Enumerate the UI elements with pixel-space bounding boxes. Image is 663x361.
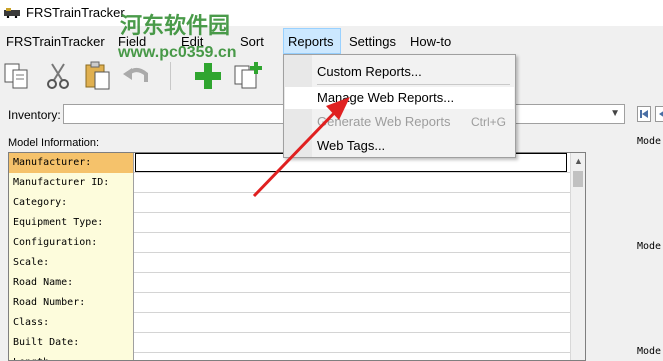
vertical-scrollbar[interactable]: ▲ [570, 153, 585, 360]
menu-frstraintracker[interactable]: FRSTrainTracker [2, 34, 109, 49]
toolbar-separator [170, 62, 171, 90]
right-model-label: Mode [637, 346, 662, 357]
previous-record-icon [659, 111, 663, 117]
field-value[interactable] [135, 253, 567, 272]
menu-bar: FRSTrainTracker Field Edit Sort Reports … [0, 28, 663, 54]
menu-shortcut: Ctrl+G [471, 115, 507, 129]
field-value[interactable] [135, 293, 567, 312]
menu-field[interactable]: Field [114, 34, 150, 49]
field-label: Equipment Type: [9, 213, 134, 233]
cut-icon[interactable] [42, 60, 74, 92]
previous-record-button[interactable] [655, 106, 663, 122]
field-value[interactable] [135, 313, 567, 332]
menu-edit[interactable]: Edit [177, 34, 207, 49]
menu-item-custom-reports[interactable]: Custom Reports... [317, 64, 422, 79]
reports-dropdown-menu: Custom Reports... Manage Web Reports... … [283, 54, 516, 158]
field-label: Road Number: [9, 293, 134, 313]
field-label: Class: [9, 313, 134, 333]
first-record-icon [640, 110, 648, 118]
field-value[interactable] [135, 193, 567, 212]
menu-sort[interactable]: Sort [236, 34, 268, 49]
field-label: Scale: [9, 253, 134, 273]
field-label: Built Date: [9, 333, 134, 353]
table-row[interactable]: Class: [9, 313, 585, 333]
add-copy-icon[interactable] [232, 60, 264, 92]
train-icon [4, 8, 20, 18]
field-value[interactable] [135, 333, 567, 352]
field-value[interactable] [135, 173, 567, 192]
menu-settings[interactable]: Settings [345, 34, 400, 49]
table-row[interactable]: Configuration: [9, 233, 585, 253]
menu-item-web-tags[interactable]: Web Tags... [317, 138, 385, 153]
table-row[interactable]: Road Name: [9, 273, 585, 293]
field-label: Configuration: [9, 233, 134, 253]
window-title: FRSTrainTracker [26, 5, 125, 20]
scroll-thumb[interactable] [573, 171, 583, 187]
field-label: Manufacturer ID: [9, 173, 134, 193]
menu-item-generate-web-reports[interactable]: Generate Web Reports [317, 114, 450, 129]
inventory-label: Inventory: [8, 108, 61, 122]
copy-icon[interactable] [2, 60, 34, 92]
undo-icon[interactable] [120, 60, 152, 92]
field-label: Length: [9, 353, 134, 360]
field-label: Category: [9, 193, 134, 213]
chevron-down-icon: ▼ [610, 108, 620, 119]
menu-separator [317, 84, 510, 85]
right-model-label: Mode [637, 136, 662, 147]
scroll-up-icon[interactable]: ▲ [571, 153, 585, 169]
table-row[interactable]: Road Number: [9, 293, 585, 313]
table-row[interactable]: Category: [9, 193, 585, 213]
paste-icon[interactable] [82, 60, 114, 92]
field-value[interactable] [135, 213, 567, 232]
table-row[interactable]: Equipment Type: [9, 213, 585, 233]
first-record-button[interactable] [637, 106, 651, 122]
field-label: Manufacturer: [9, 153, 134, 173]
table-row[interactable]: Built Date: [9, 333, 585, 353]
table-row[interactable]: Scale: [9, 253, 585, 273]
field-value[interactable] [135, 273, 567, 292]
model-info-label: Model Information: [8, 137, 100, 149]
right-model-label: Mode [637, 241, 662, 252]
menu-howto[interactable]: How-to [406, 34, 455, 49]
field-value[interactable] [135, 233, 567, 252]
menu-item-manage-web-reports[interactable]: Manage Web Reports... [317, 90, 454, 105]
add-icon[interactable] [192, 60, 224, 92]
title-bar: FRSTrainTracker [0, 0, 663, 26]
field-value[interactable] [135, 353, 567, 360]
table-row[interactable]: Manufacturer ID: [9, 173, 585, 193]
field-label: Road Name: [9, 273, 134, 293]
menu-reports[interactable]: Reports [283, 28, 341, 54]
table-row[interactable]: Length: [9, 353, 585, 360]
model-info-grid: Manufacturer: Manufacturer ID: Category:… [8, 152, 586, 361]
